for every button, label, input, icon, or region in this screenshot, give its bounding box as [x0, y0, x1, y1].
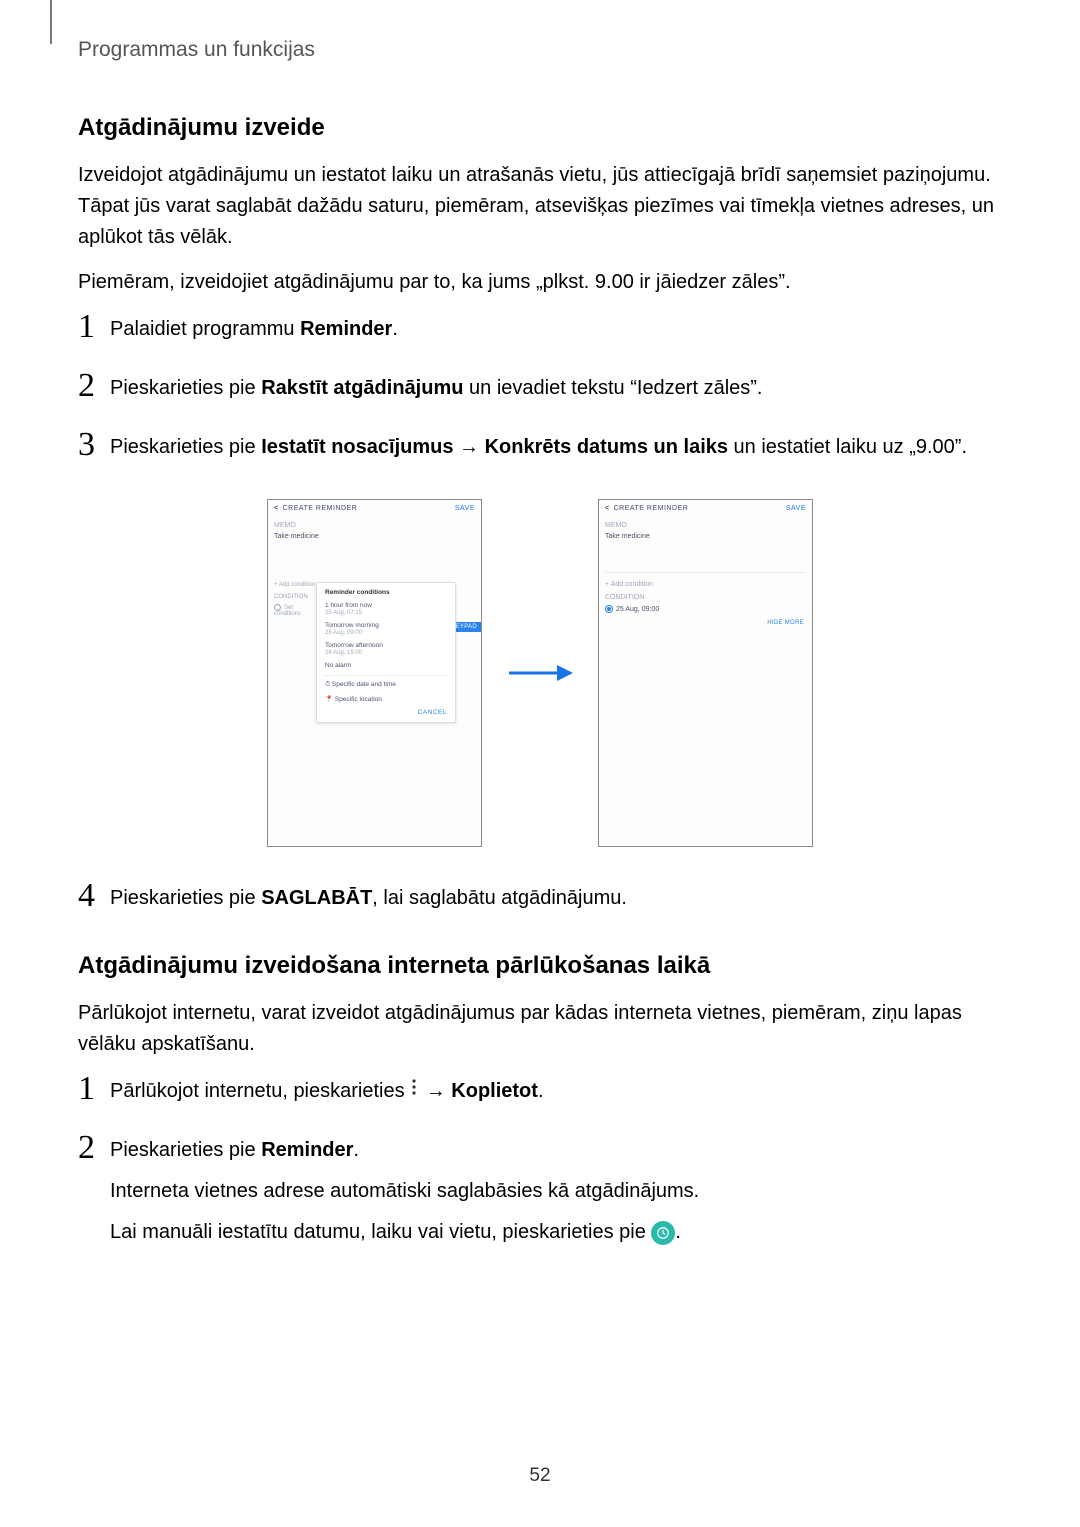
- step4-text-a: Pieskarieties pie: [110, 887, 261, 909]
- popup-opt6: Specific location: [335, 696, 382, 703]
- mockup-right: < CREATE REMINDER SAVE MEMO Take medicine…: [598, 499, 813, 847]
- popup-opt2-sub: 26 Aug, 09:00: [325, 630, 362, 636]
- top-divider: [50, 0, 52, 44]
- step-number: 4: [78, 879, 110, 913]
- step2-text-a: Pieskarieties pie: [110, 377, 261, 399]
- step2-text-b: Rakstīt atgādinājumu: [261, 377, 463, 399]
- step1-text-a: Palaidiet programmu: [110, 318, 300, 340]
- mock-right-title: CREATE REMINDER: [614, 505, 689, 512]
- popup-opt3-sub: 26 Aug, 15:00: [325, 650, 362, 656]
- step-number: 3: [78, 428, 110, 462]
- mock-left-save: SAVE: [455, 505, 475, 512]
- mock-right-add-cond: + Add condition: [605, 581, 806, 588]
- step-4: 4 Pieskarieties pie SAGLABĀT, lai saglab…: [78, 883, 1002, 924]
- sec2-step2-p3a: Lai manuāli iestatītu datumu, laiku vai …: [110, 1221, 651, 1243]
- popup-opt3: Tomorrow afternoon: [325, 642, 383, 649]
- popup-title: Reminder conditions: [325, 589, 447, 596]
- mock-right-more: HIDE MORE: [767, 620, 804, 626]
- step2-text-c: un ievadiet tekstu “Iedzert zāles”.: [463, 377, 762, 399]
- mock-right-cond-label: CONDITION: [605, 594, 806, 601]
- section2-p1: Pārlūkojot internetu, varat izveidot atg…: [78, 998, 1002, 1060]
- sec2-step1-d: .: [538, 1080, 544, 1102]
- mock-left-side-cond-label: CONDITION: [274, 594, 318, 600]
- page-number: 52: [0, 1465, 1080, 1487]
- popup-cancel: CANCEL: [325, 709, 447, 716]
- back-icon: <: [274, 505, 279, 512]
- mock-right-memo-text: Take medicine: [605, 533, 806, 540]
- mock-left-side-col: + Add condition CONDITION Set conditions: [268, 578, 322, 617]
- sec2-step2-a: Pieskarieties pie: [110, 1139, 261, 1161]
- reminder-settings-icon: [651, 1221, 675, 1245]
- sec2-step-2: 2 Pieskarieties pie Reminder. Interneta …: [78, 1135, 1002, 1258]
- mockup-left: < CREATE REMINDER SAVE MEMO Take medicine…: [267, 499, 482, 847]
- step4-text-c: , lai saglabātu atgādinājumu.: [372, 887, 627, 909]
- step-3: 3 Pieskarieties pie Iestatīt nosacījumus…: [78, 432, 1002, 473]
- sec2-step1-b: →: [420, 1080, 451, 1102]
- back-icon: <: [605, 505, 610, 512]
- step3-text-b: Iestatīt nosacījumus: [261, 436, 453, 458]
- mock-right-set-date: 25 Aug, 09:00: [616, 606, 659, 613]
- popup-opt4: No alarm: [325, 662, 447, 669]
- step-number: 2: [78, 369, 110, 403]
- mock-left-title: CREATE REMINDER: [283, 505, 358, 512]
- figure-row: < CREATE REMINDER SAVE MEMO Take medicine…: [78, 499, 1002, 847]
- arrow-icon: [500, 660, 580, 686]
- sec2-step2-p3b: .: [675, 1221, 681, 1243]
- mock-left-side-add: + Add condition: [274, 582, 318, 588]
- step-number: 1: [78, 310, 110, 344]
- page-header: Programmas un funkcijas: [78, 38, 1002, 62]
- document-page: Programmas un funkcijas Atgādinājumu izv…: [0, 0, 1080, 1316]
- mock-left-memo-label: MEMO: [274, 522, 475, 529]
- popup-opt1-sub: 25 Aug, 07:15: [325, 610, 362, 616]
- step1-text-b: Reminder: [300, 318, 392, 340]
- step3-text-c: →: [453, 436, 484, 458]
- step1-text-c: .: [392, 318, 398, 340]
- sec2-step2-c: .: [353, 1139, 359, 1161]
- sec2-step2-p2: Interneta vietnes adrese automātiski sag…: [110, 1176, 1002, 1207]
- popup-opt2: Tomorrow morning: [325, 622, 379, 629]
- more-options-icon: [410, 1076, 420, 1107]
- step-number: 1: [78, 1072, 110, 1106]
- sec2-step2-b: Reminder: [261, 1139, 353, 1161]
- section1-p2: Piemēram, izveidojiet atgādinājumu par t…: [78, 267, 1002, 298]
- mock-left-popup: Reminder conditions 1 hour from now25 Au…: [316, 582, 456, 723]
- sec2-step1-c: Koplietot: [451, 1080, 538, 1102]
- popup-opt1: 1 hour from now: [325, 602, 372, 609]
- mock-left-memo-text: Take medicine: [274, 533, 475, 540]
- section1-p1: Izveidojot atgādinājumu un iestatot laik…: [78, 160, 1002, 253]
- sec2-step-1: 1 Pārlūkojot internetu, pieskarieties → …: [78, 1076, 1002, 1117]
- section1-title: Atgādinājumu izveide: [78, 114, 1002, 142]
- step-2: 2 Pieskarieties pie Rakstīt atgādinājumu…: [78, 373, 1002, 414]
- step-1: 1 Palaidiet programmu Reminder.: [78, 314, 1002, 355]
- step3-text-a: Pieskarieties pie: [110, 436, 261, 458]
- mock-right-memo-label: MEMO: [605, 522, 806, 529]
- step4-text-b: SAGLABĀT: [261, 887, 372, 909]
- step-number: 2: [78, 1131, 110, 1165]
- mock-right-save: SAVE: [786, 505, 806, 512]
- section2-title: Atgādinājumu izveidošana interneta pārlū…: [78, 952, 1002, 980]
- step3-text-e: un iestatiet laiku uz „9.00”.: [728, 436, 967, 458]
- sec2-step1-a: Pārlūkojot internetu, pieskarieties: [110, 1080, 410, 1102]
- step3-text-d: Konkrēts datums un laiks: [485, 436, 728, 458]
- popup-opt5: Specific date and time: [332, 681, 396, 688]
